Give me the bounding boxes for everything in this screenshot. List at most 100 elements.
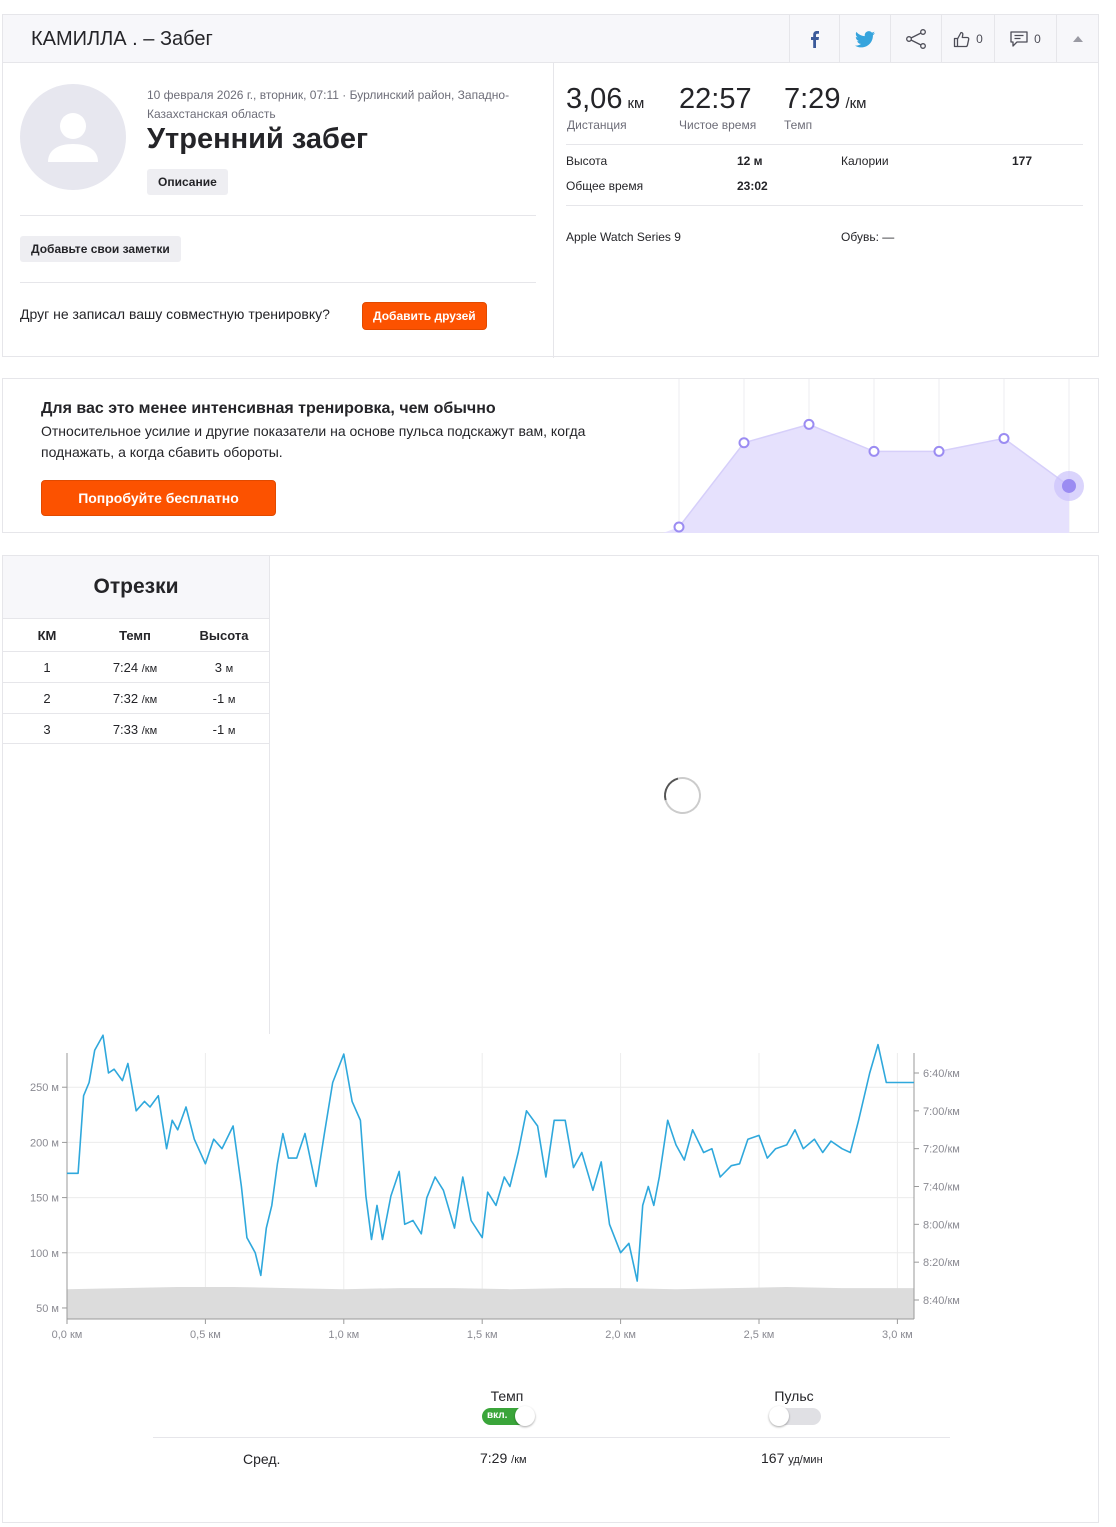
moving-time-label: Чистое время <box>679 118 757 132</box>
elevation-label: Высота <box>566 154 608 168</box>
effort-point <box>933 445 945 457</box>
table-row: 1 7:24 /км 3 м <box>3 651 269 682</box>
split-pace: 7:32 /км <box>112 691 158 706</box>
x-tick-label: 1,5 км <box>467 1329 498 1341</box>
pace-value: 7:29/км <box>784 83 867 115</box>
x-tick-label: 3,0 км <box>882 1329 913 1341</box>
effort-current-point <box>1062 478 1076 493</box>
y-right-tick-label: 8:00/км <box>923 1219 960 1231</box>
collapse-button[interactable] <box>1056 15 1099 63</box>
user-icon <box>48 113 98 162</box>
col-pace: Темп <box>119 628 151 643</box>
average-hr: 167 уд/мин <box>761 1450 823 1466</box>
comments-count: 0 <box>1034 32 1041 46</box>
divider <box>20 215 536 216</box>
average-label: Сред. <box>243 1451 281 1467</box>
divider <box>553 63 554 358</box>
table-row: 2 7:32 /км -1 м <box>3 682 269 713</box>
promo-title: Для вас это менее интенсивная тренировка… <box>41 400 496 417</box>
y-right-tick-label: 6:40/км <box>923 1068 960 1080</box>
facebook-share-button[interactable] <box>789 15 839 63</box>
moving-time-value: 22:57 <box>679 83 752 115</box>
y-right-tick-label: 7:00/км <box>923 1106 960 1118</box>
toggle-knob <box>769 1406 789 1426</box>
device-name: Apple Watch Series 9 <box>566 230 681 244</box>
split-pace: 7:33 /км <box>112 722 158 737</box>
effort-point <box>998 432 1010 444</box>
splits-table: Отрезки КМ Темп Высота 1 7:24 /км 3 м 2 … <box>3 556 270 1034</box>
split-elev: -1 м <box>212 691 236 706</box>
facebook-icon <box>811 31 819 48</box>
divider <box>153 1437 950 1438</box>
split-km: 2 <box>43 691 51 706</box>
comments-button[interactable]: 0 <box>994 15 1056 63</box>
elevation-value: 12 м <box>737 154 763 168</box>
avatar[interactable] <box>20 84 126 190</box>
toggle-knob <box>515 1406 535 1426</box>
add-notes-button[interactable]: Добавьте свои заметки <box>20 236 181 262</box>
average-pace: 7:29 /км <box>480 1450 527 1466</box>
relative-effort-promo: Для вас это менее интенсивная тренировка… <box>2 378 1099 533</box>
hr-toggle-label: Пульс <box>774 1388 814 1404</box>
activity-header: КАМИЛЛА . – Забег 0 0 <box>2 14 1099 63</box>
relative-effort-chart <box>663 379 1084 533</box>
splits-title: Отрезки <box>3 556 269 619</box>
thumbs-up-icon <box>954 31 970 47</box>
y-left-tick-label: 50 м <box>36 1303 59 1315</box>
elapsed-time-label: Общее время <box>566 179 644 193</box>
page-title: КАМИЛЛА . – Забег <box>31 28 213 50</box>
y-right-tick-label: 7:20/км <box>923 1144 960 1156</box>
pace-series-line <box>67 1034 914 1282</box>
split-pace: 7:24 /км <box>112 660 158 675</box>
x-tick-label: 2,5 км <box>744 1329 775 1341</box>
analysis-panel: Отрезки КМ Темп Высота 1 7:24 /км 3 м 2 … <box>2 555 1099 1034</box>
elapsed-time-value: 23:02 <box>737 179 768 193</box>
share-icon <box>906 29 926 49</box>
col-elevation: Высота <box>199 628 249 643</box>
pace-toggle[interactable]: вкл. <box>482 1406 535 1426</box>
caret-up-icon <box>1073 36 1083 42</box>
kudos-button[interactable]: 0 <box>941 15 994 63</box>
twitter-share-button[interactable] <box>839 15 890 63</box>
split-elev: 3 м <box>214 660 234 675</box>
divider <box>20 282 536 283</box>
twitter-icon <box>855 30 875 47</box>
elevation-area <box>67 1286 914 1319</box>
divider <box>566 144 1083 145</box>
activity-date-location: 10 февраля 2026 г., вторник, 07:11 · Бур… <box>147 88 510 121</box>
x-tick-label: 0,0 км <box>52 1329 83 1341</box>
distance-label: Дистанция <box>567 118 627 132</box>
split-elev: -1 м <box>212 722 236 737</box>
pace-elevation-chart[interactable]: 250 м 200 м 150 м 100 м 50 м 6:40/км 7:00/км 7:… <box>3 1033 1098 1353</box>
share-button[interactable] <box>890 15 941 63</box>
effort-point <box>673 521 685 533</box>
table-row: 3 7:33 /км -1 м <box>3 713 269 744</box>
pace-label: Темп <box>784 118 813 132</box>
hr-toggle[interactable] <box>769 1406 821 1426</box>
split-km: 1 <box>43 660 51 675</box>
col-km: КМ <box>37 628 57 643</box>
effort-point <box>738 437 750 449</box>
divider <box>566 205 1083 206</box>
promo-text: Относительное усилие и другие показатели… <box>41 423 586 460</box>
x-tick-label: 0,5 км <box>190 1329 221 1341</box>
split-km: 3 <box>43 722 51 737</box>
try-free-button[interactable]: Попробуйте бесплатно <box>41 480 276 516</box>
comment-icon <box>1010 31 1028 47</box>
y-right-tick-label: 8:40/км <box>923 1295 960 1307</box>
y-right-tick-label: 8:20/км <box>923 1257 960 1269</box>
add-friends-button[interactable]: Добавить друзей <box>362 302 487 330</box>
y-right-tick-label: 7:40/км <box>923 1182 960 1194</box>
kudos-count: 0 <box>976 32 983 46</box>
activity-title: Утренний забег <box>147 123 369 155</box>
distance-value: 3,06 км <box>566 83 645 115</box>
pace-toggle-label: Темп <box>490 1388 524 1404</box>
pace-toggle-text: вкл. <box>487 1410 508 1421</box>
chart-panel: 250 м 200 м 150 м 100 м 50 м 6:40/км 7:00/км 7:… <box>2 1033 1099 1523</box>
shoes-info: Обувь: — <box>841 230 895 244</box>
description-button[interactable]: Описание <box>147 169 228 195</box>
calories-value: 177 <box>1012 154 1033 168</box>
y-left-tick-label: 150 м <box>30 1193 59 1205</box>
y-left-tick-label: 100 м <box>30 1248 59 1260</box>
effort-point <box>803 418 815 430</box>
